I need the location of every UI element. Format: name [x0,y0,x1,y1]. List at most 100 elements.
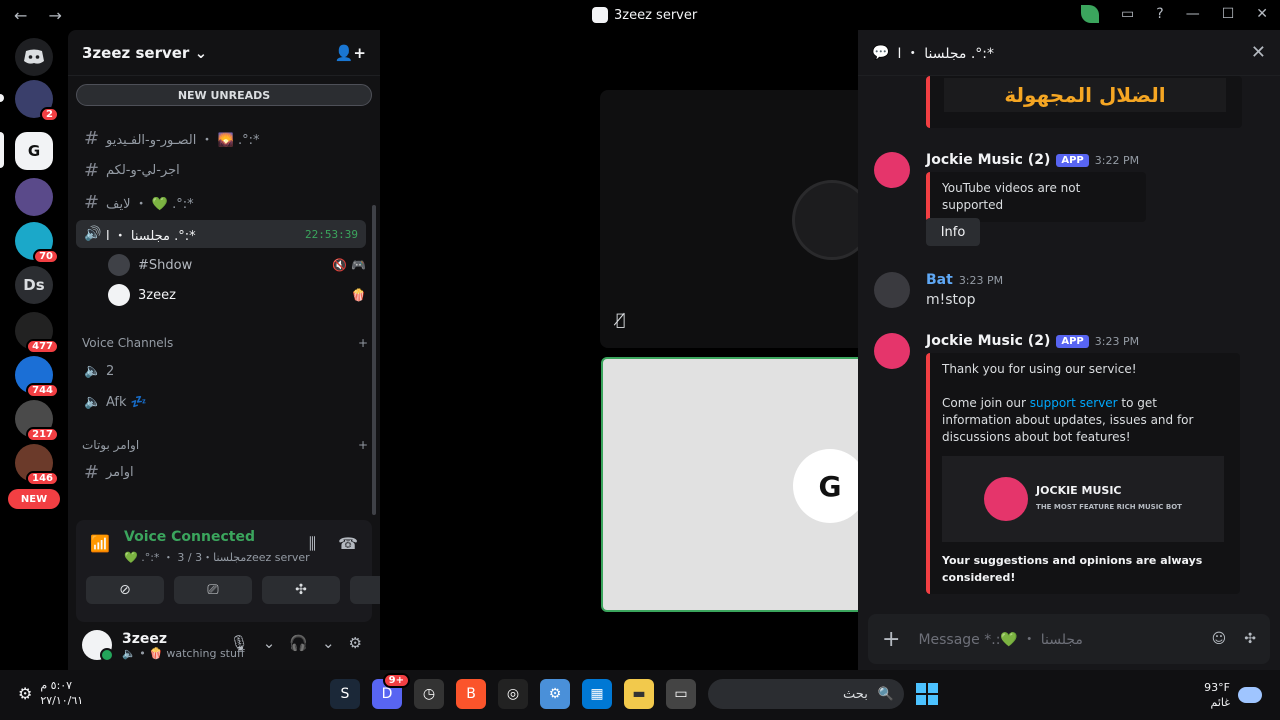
embed-line: Thank you for using our service! [942,362,1137,376]
category-voice-channels[interactable]: Voice Channels + [82,336,368,350]
category-bot-commands[interactable]: اوامر بوتات + [82,438,368,452]
voice-channel-item[interactable]: 🔈 2 [76,357,366,385]
scrollbar[interactable] [372,205,376,515]
weather-widget[interactable]: 93°F غائم [1204,680,1262,710]
server-icon-4[interactable]: 70 [15,222,59,264]
voice-user[interactable]: 3zeez 🍿 [108,282,366,308]
channel-item[interactable]: # اوامر [76,458,366,486]
channel-name: مجلسنا ・ ا .°:* [106,228,196,244]
server-icon-ds[interactable]: Ds [15,266,53,304]
participant-tile-speaking[interactable]: G [601,357,858,612]
soundboard-button[interactable]: ✺ [350,576,380,604]
mention-badge: 217 [26,427,59,442]
avatar[interactable] [874,333,910,369]
channel-item[interactable]: # اجر-لي-و-لكم [76,156,366,184]
add-channel-icon[interactable]: + [358,438,368,452]
server-name: 3zeez server [82,43,190,62]
camera-off-button[interactable]: ⊘ [86,576,164,604]
image-subtitle: THE MOST FEATURE RICH MUSIC BOT [1036,503,1182,511]
chat-bubble-icon: 💬 [872,44,890,61]
clock[interactable]: ⚙ ٥:٠٧ م ٢٧/١٠/٦١ [18,678,83,708]
taskbar-search[interactable]: بحث 🔍 [708,679,904,709]
hash-icon: # [84,461,100,483]
maximize-button[interactable]: ☐ [1222,6,1235,22]
chevron-down-icon[interactable]: ⌄ [322,634,335,652]
author-name[interactable]: Jockie Music (2) [926,152,1050,168]
embed-image[interactable]: JOCKIE MUSIC THE MOST FEATURE RICH MUSIC … [942,456,1224,542]
microphone-icon[interactable]: 🎙 [230,634,249,652]
leaf-icon[interactable] [1081,5,1100,23]
chevron-down-icon[interactable]: ⌄ [263,634,276,652]
banner-text: الضلال المجهولة [944,78,1226,112]
server-icon-6[interactable]: 477 [15,312,59,354]
apps-icon[interactable]: ✣ [1244,631,1256,647]
gear-icon[interactable]: ⚙ [349,634,362,652]
new-pill[interactable]: NEW [8,489,60,509]
invite-user-icon[interactable]: 👤+ [335,44,366,62]
server-header[interactable]: 3zeez server ⌄ 👤+ [68,30,380,76]
voice-connected-title[interactable]: Voice Connected [124,529,255,545]
user-avatar[interactable] [82,630,114,662]
settings-icon[interactable]: ⚙ [540,679,570,709]
voice-channel-item[interactable]: 🔈 Afk 💤 [76,388,366,416]
participant-tile[interactable]: 🎙̸ [600,90,858,348]
forward-arrow-icon[interactable]: → [49,6,62,25]
server-icon-1[interactable]: 2 [15,80,59,122]
channel-item[interactable]: # لايف ・ 💚 .°:* [76,188,366,216]
server-icon-3zeez[interactable]: G [15,132,53,170]
emoji-icon[interactable]: ☺ [1212,631,1227,647]
message-composer[interactable]: + Message *.:💚 ・ مجلسنا ☺ ✣ [868,614,1270,664]
add-channel-icon[interactable]: + [358,336,368,350]
steelseries-icon[interactable]: ◎ [498,679,528,709]
server-icon-9[interactable]: 146 [15,444,59,486]
server-icon-7[interactable]: 744 [15,356,59,398]
support-server-link[interactable]: support server [1030,396,1118,410]
channel-item[interactable]: # الصـور-و-الفـيديو ・ 🌄 .°:* [76,124,366,152]
store-icon[interactable]: ▦ [582,679,612,709]
server-icon-8[interactable]: 217 [15,400,59,442]
avatar[interactable] [874,152,910,188]
discord-taskbar-icon[interactable]: D 9+ [372,673,410,709]
plus-icon[interactable]: + [882,627,900,652]
voice-connected-subtitle[interactable]: 💚 .°:* ・ 3 / مجلسنا・3zeez server [124,549,310,565]
call-timer: 22:53:39 [305,227,358,241]
disconnect-icon[interactable]: ☎ [338,534,358,554]
embed-image[interactable]: الضلال المجهولة [926,76,1242,128]
clock-time: ٥:٠٧ م [40,679,73,692]
close-button[interactable]: ✕ [1256,6,1268,22]
gear-icon[interactable]: ⚙ [18,685,32,701]
noise-suppression-icon[interactable]: ⫼ [309,534,316,554]
discord-home-button[interactable] [15,38,53,76]
new-unreads-bar[interactable]: NEW UNREADS [76,84,372,106]
server-icon-3[interactable] [15,178,53,216]
voice-user[interactable]: #Shdow 🔇 🎮 [108,252,366,278]
channel-name: 2 [106,363,115,379]
voice-channel-active[interactable]: 🔊 مجلسنا ・ ا .°:* 22:53:39 [76,220,366,248]
unread-pip [0,94,4,102]
signal-icon[interactable]: 📶 [90,534,112,556]
steam-icon[interactable]: S [330,679,360,709]
info-button[interactable]: Info [926,218,980,246]
headphones-icon[interactable]: 🎧 [289,634,308,652]
author-name[interactable]: Bat [926,272,953,288]
back-arrow-icon[interactable]: ← [14,6,27,25]
close-icon[interactable]: ✕ [1251,42,1266,63]
folder-icon[interactable]: ▬ [624,679,654,709]
activities-button[interactable]: ✣ [262,576,340,604]
minimize-button[interactable]: — [1186,6,1200,22]
participant-avatar: G [793,449,858,523]
brave-icon[interactable]: B [456,679,486,709]
window-icon[interactable]: ▭ [666,679,696,709]
timer-icon[interactable]: ◷ [414,679,444,709]
voice-connected-panel: 📶 Voice Connected 💚 .°:* ・ 3 / مجلسنا・3z… [76,520,380,622]
avatar[interactable] [874,272,910,308]
message-input[interactable]: Message *.:💚 ・ مجلسنا [918,629,1082,649]
username[interactable]: 3zeez [122,631,245,647]
weather-temp: 93°F [1204,681,1230,694]
help-icon[interactable]: ? [1156,6,1163,22]
inbox-icon[interactable]: ▭ [1121,6,1134,22]
author-name[interactable]: Jockie Music (2) [926,333,1050,349]
hash-icon: # [84,159,100,181]
windows-start-icon[interactable] [916,683,938,705]
screen-share-button[interactable]: ⎚ [174,576,252,604]
